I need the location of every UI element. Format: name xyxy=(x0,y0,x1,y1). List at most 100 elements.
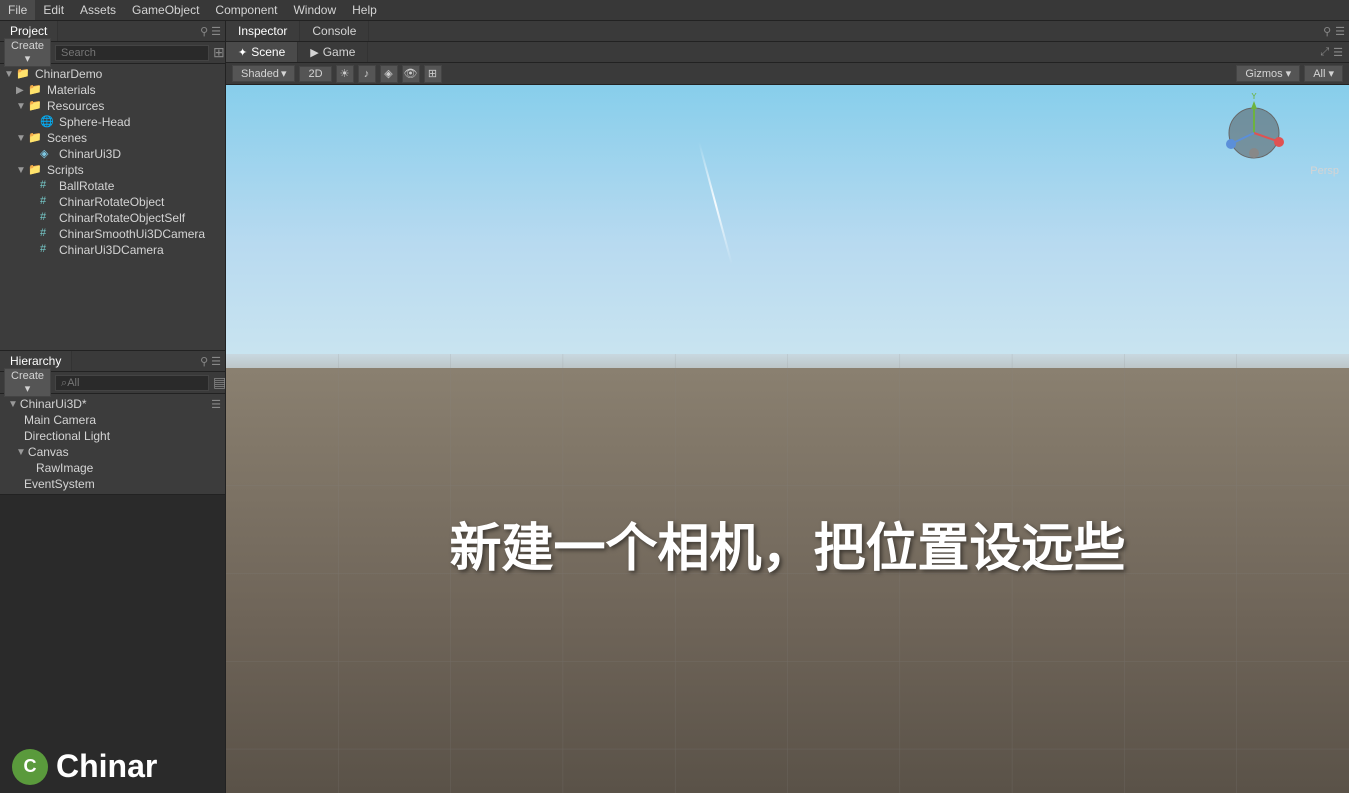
menu-help[interactable]: Help xyxy=(344,0,385,20)
project-create-button[interactable]: Create ▾ xyxy=(4,38,51,67)
tab-inspector-label: Inspector xyxy=(238,24,287,38)
folder-Resources-icon: 📁 xyxy=(28,99,44,113)
hierarchy-search-input[interactable] xyxy=(55,375,209,391)
tree-item-Resources[interactable]: ▼ 📁 Resources xyxy=(0,98,225,114)
tree-item-ChinarDemo[interactable]: ▼ 📁 ChinarDemo xyxy=(0,66,225,82)
script-ChinarSmoothUi3DCamera-icon: # xyxy=(40,227,56,241)
sphere-Head-icon: 🌐 xyxy=(40,115,56,129)
tab-scene[interactable]: ✦ Scene xyxy=(226,42,298,62)
hierarchy-label-MainCamera: Main Camera xyxy=(24,413,96,427)
hierarchy-menu-btn[interactable]: ☰ xyxy=(211,398,221,411)
tree-item-ChinarRotateObject[interactable]: # ChinarRotateObject xyxy=(0,194,225,210)
lighting-toggle[interactable]: ☀ xyxy=(336,65,354,83)
folder-Scripts-icon: 📁 xyxy=(28,163,44,177)
scene-viewport[interactable]: 新建一个相机，把位置设远些 Y xyxy=(226,85,1349,793)
tree-label-Sphere-Head: Sphere-Head xyxy=(59,115,130,129)
tree-item-Materials[interactable]: ▶ 📁 Materials xyxy=(0,82,225,98)
tab-hierarchy-label: Hierarchy xyxy=(10,354,61,368)
inspector-lock-icon[interactable]: ⚲ xyxy=(1323,25,1331,38)
hierarchy-item-Canvas[interactable]: ▼ Canvas xyxy=(0,444,225,460)
menu-gameobject[interactable]: GameObject xyxy=(124,0,207,20)
shaded-dropdown[interactable]: Shaded ▾ xyxy=(232,65,295,82)
arrow-ChinarDemo: ▼ xyxy=(4,69,16,80)
hierarchy-item-ChinarUi3D[interactable]: ▼ ChinarUi3D* ☰ xyxy=(0,396,225,412)
tree-label-ChinarRotateObject: ChinarRotateObject xyxy=(59,195,164,209)
tree-label-ChinarSmoothUi3DCamera: ChinarSmoothUi3DCamera xyxy=(59,227,205,241)
all-layers-label: All ▾ xyxy=(1313,67,1334,80)
menu-component[interactable]: Component xyxy=(207,0,285,20)
inspector-menu-icon[interactable]: ☰ xyxy=(1335,25,1345,38)
tree-label-ChinarUi3DCamera: ChinarUi3DCamera xyxy=(59,243,164,257)
tree-item-Sphere-Head[interactable]: 🌐 Sphere-Head xyxy=(0,114,225,130)
script-ChinarRotateObject-icon: # xyxy=(40,195,56,209)
tree-label-ChinarRotateObjectSelf: ChinarRotateObjectSelf xyxy=(59,211,185,225)
gizmos-button[interactable]: Gizmos ▾ xyxy=(1236,65,1300,82)
hierarchy-menu-icon[interactable]: ☰ xyxy=(211,355,221,368)
tab-console-label: Console xyxy=(312,24,356,38)
tab-inspector[interactable]: Inspector xyxy=(226,21,300,41)
arrow-Resources: ▼ xyxy=(16,101,28,112)
scene-menu-icon[interactable]: ☰ xyxy=(1333,46,1343,59)
arrow-hierarchy-Canvas: ▼ xyxy=(16,447,26,458)
tab-game[interactable]: ▶ Game xyxy=(298,42,368,62)
folder-Scenes-icon: 📁 xyxy=(28,131,44,145)
hierarchy-filter-icon[interactable]: ▤ xyxy=(213,374,226,391)
project-tab-icons: ⚲ ☰ xyxy=(200,25,225,38)
hierarchy-label-RawImage: RawImage xyxy=(36,461,93,475)
menu-window[interactable]: Window xyxy=(285,0,344,20)
game-tab-icon: ▶ xyxy=(310,46,318,59)
arrow-Materials: ▶ xyxy=(16,85,28,96)
project-search-input[interactable] xyxy=(55,45,209,61)
menu-edit[interactable]: Edit xyxy=(35,0,72,20)
all-layers-button[interactable]: All ▾ xyxy=(1304,65,1343,82)
hierarchy-item-MainCamera[interactable]: Main Camera xyxy=(0,412,225,428)
project-toolbar: Create ▾ ⊞ ☰ xyxy=(0,42,225,64)
inspector-tab-bar: Inspector Console ⚲ ☰ xyxy=(226,21,1349,42)
script-BallRotate-icon: # xyxy=(40,179,56,193)
scene-tab-icons: ⤢ ☰ xyxy=(1320,46,1349,59)
hierarchy-item-EventSystem[interactable]: EventSystem xyxy=(0,476,225,492)
hidden-objects-toggle[interactable]: 👁 xyxy=(402,65,420,83)
tree-label-ChinarDemo: ChinarDemo xyxy=(35,67,102,81)
hierarchy-item-DirectionalLight[interactable]: Directional Light xyxy=(0,428,225,444)
tab-console[interactable]: Console xyxy=(300,21,369,41)
effects-toggle[interactable]: ◈ xyxy=(380,65,398,83)
tree-label-Resources: Resources xyxy=(47,99,104,113)
tree-label-Scripts: Scripts xyxy=(47,163,84,177)
tab-game-label: Game xyxy=(323,45,356,59)
menu-icon[interactable]: ☰ xyxy=(211,25,221,38)
scene-toolbar: Shaded ▾ 2D ☀ ♪ ◈ 👁 ⊞ Gizmos ▾ All ▾ xyxy=(226,63,1349,85)
hierarchy-lock-icon[interactable]: ⚲ xyxy=(200,355,208,368)
folder-Materials-icon: 📁 xyxy=(28,83,44,97)
folder-icon[interactable]: ⊞ xyxy=(213,44,225,61)
brand-name: Chinar xyxy=(56,748,157,785)
top-menu-bar: File Edit Assets GameObject Component Wi… xyxy=(0,0,1349,21)
tree-item-ChinarRotateObjectSelf[interactable]: # ChinarRotateObjectSelf xyxy=(0,210,225,226)
tree-item-Scripts[interactable]: ▼ 📁 Scripts xyxy=(0,162,225,178)
audio-toggle[interactable]: ♪ xyxy=(358,65,376,83)
tree-item-ChinarSmoothUi3DCamera[interactable]: # ChinarSmoothUi3DCamera xyxy=(0,226,225,242)
scene-maximize-icon[interactable]: ⤢ xyxy=(1320,46,1329,59)
arrow-Scenes: ▼ xyxy=(16,133,28,144)
shaded-label: Shaded xyxy=(241,68,279,80)
scene-ChinarUi3D-icon: ◈ xyxy=(40,147,56,161)
tree-item-ChinarUi3D[interactable]: ◈ ChinarUi3D xyxy=(0,146,225,162)
scene-gizmo[interactable]: Y xyxy=(1219,93,1289,163)
hierarchy-tab-icons: ⚲ ☰ xyxy=(200,355,225,368)
tree-item-ChinarUi3DCamera[interactable]: # ChinarUi3DCamera xyxy=(0,242,225,258)
hierarchy-label-EventSystem: EventSystem xyxy=(24,477,95,491)
scene-toolbar-right: Gizmos ▾ All ▾ xyxy=(1236,65,1343,82)
tree-item-Scenes[interactable]: ▼ 📁 Scenes xyxy=(0,130,225,146)
hierarchy-create-button[interactable]: Create ▾ xyxy=(4,368,51,397)
hierarchy-toolbar: Create ▾ ▤ ⇅ xyxy=(0,372,225,394)
menu-file[interactable]: File xyxy=(0,0,35,20)
grid-toggle[interactable]: ⊞ xyxy=(424,65,442,83)
lock-icon[interactable]: ⚲ xyxy=(200,25,208,38)
tree-item-BallRotate[interactable]: # BallRotate xyxy=(0,178,225,194)
hierarchy-item-RawImage[interactable]: RawImage xyxy=(0,460,225,476)
tree-label-ChinarUi3D: ChinarUi3D xyxy=(59,147,121,161)
2d-button[interactable]: 2D xyxy=(299,66,331,82)
scene-overlay-text: 新建一个相机，把位置设远些 xyxy=(449,506,1125,581)
2d-label: 2D xyxy=(308,68,322,80)
menu-assets[interactable]: Assets xyxy=(72,0,124,20)
